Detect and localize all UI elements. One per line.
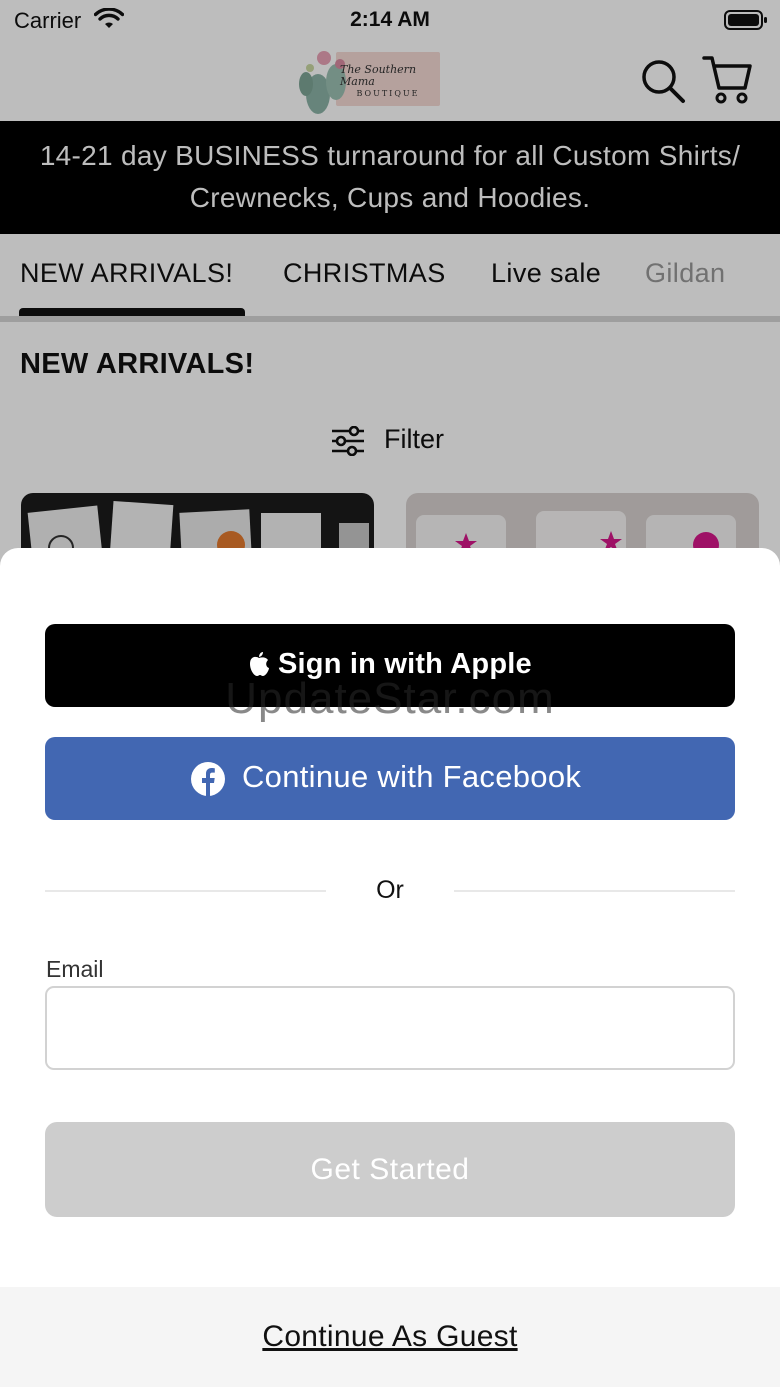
facebook-logo-icon xyxy=(191,762,225,796)
apple-button-label: Sign in with Apple xyxy=(278,648,532,680)
guest-bar: Continue As Guest xyxy=(0,1287,780,1387)
sign-in-with-apple-button[interactable]: Sign in with Apple xyxy=(45,624,735,707)
continue-as-guest-link[interactable]: Continue As Guest xyxy=(0,1320,780,1354)
continue-with-facebook-button[interactable]: Continue with Facebook xyxy=(45,737,735,820)
login-sheet: Sign in with Apple UpdateStar.com Contin… xyxy=(0,548,780,1387)
get-started-button[interactable]: Get Started xyxy=(45,1122,735,1217)
email-field[interactable] xyxy=(45,986,735,1070)
divider-right xyxy=(454,890,735,892)
facebook-button-label: Continue with Facebook xyxy=(242,759,582,794)
apple-logo-icon xyxy=(250,652,269,676)
email-label: Email xyxy=(46,956,104,982)
